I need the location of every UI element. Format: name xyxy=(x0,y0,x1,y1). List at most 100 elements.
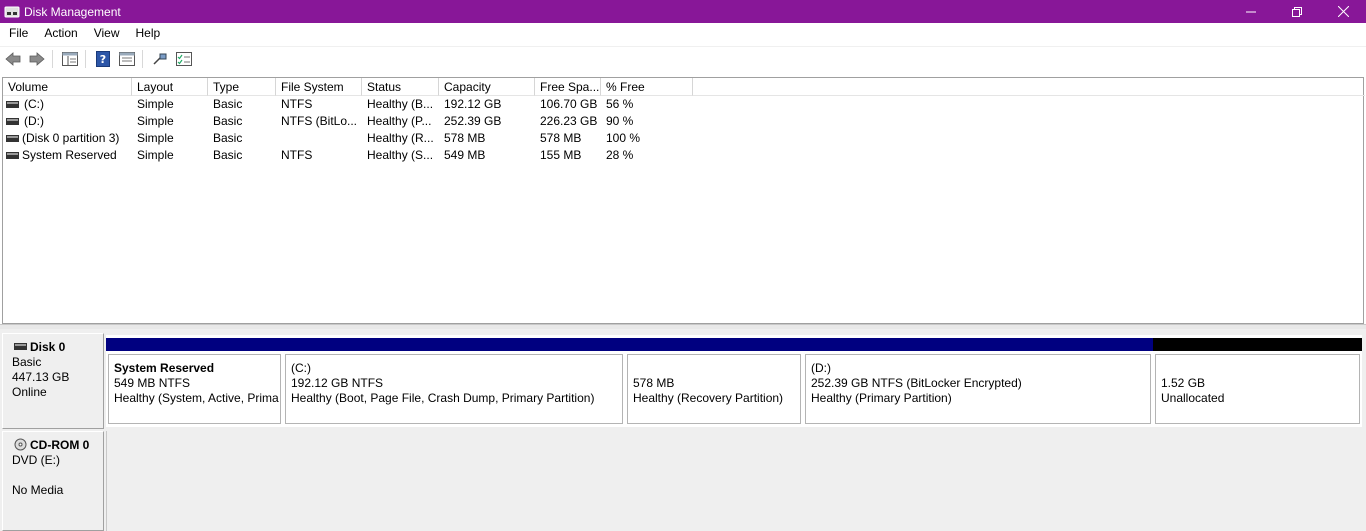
console-tree-icon xyxy=(62,52,78,66)
volume-status: Healthy (R... xyxy=(367,131,434,145)
column-header-file-system[interactable]: File System xyxy=(276,78,362,96)
toolbar: ? xyxy=(0,46,1366,71)
partition-bar xyxy=(625,338,803,351)
menu-file[interactable]: File xyxy=(0,23,35,44)
volume-name: (Disk 0 partition 3) xyxy=(22,131,120,145)
help-button[interactable]: ? xyxy=(92,48,114,70)
volume-file-system: NTFS xyxy=(281,148,313,162)
cdrom-0-area[interactable] xyxy=(106,431,1366,531)
properties-button[interactable] xyxy=(116,48,138,70)
volume-percent-free: 56 % xyxy=(606,97,634,111)
partition-title: (D:) xyxy=(811,361,831,375)
menu-help[interactable]: Help xyxy=(127,23,168,44)
volume-name: System Reserved xyxy=(22,148,117,162)
partition-recovery[interactable]: 578 MB Healthy (Recovery Partition) xyxy=(625,335,803,427)
column-header-capacity[interactable]: Capacity xyxy=(439,78,535,96)
disk-0-partitions: System Reserved 549 MB NTFS Healthy (Sys… xyxy=(106,335,1362,427)
partition-status: Healthy (Primary Partition) xyxy=(811,391,952,405)
volume-layout: Simple xyxy=(137,114,174,128)
help-icon: ? xyxy=(96,51,110,67)
column-header-status[interactable]: Status xyxy=(362,78,439,96)
column-header-volume[interactable]: Volume xyxy=(3,78,132,96)
show-hide-console-tree-button[interactable] xyxy=(59,48,81,70)
table-row[interactable]: (D:) Simple Basic NTFS (BitLo... Healthy… xyxy=(3,113,703,130)
toolbar-separator xyxy=(52,50,53,68)
toolbar-separator xyxy=(85,50,86,68)
table-row[interactable]: (Disk 0 partition 3) Simple Basic Health… xyxy=(3,130,703,147)
disk-0-size: 447.13 GB xyxy=(12,370,70,384)
volume-type: Basic xyxy=(213,131,243,145)
volume-layout: Simple xyxy=(137,131,174,145)
volume-type: Basic xyxy=(213,114,243,128)
volume-percent-free: 100 % xyxy=(606,131,641,145)
restore-icon xyxy=(1292,6,1302,17)
volume-capacity: 578 MB xyxy=(444,131,486,145)
column-header-filler xyxy=(693,78,1365,96)
volume-list[interactable]: Volume Layout Type File System Status Ca… xyxy=(2,77,1365,324)
volume-type: Basic xyxy=(213,148,243,162)
forward-arrow-icon xyxy=(29,52,45,66)
menu-view[interactable]: View xyxy=(85,23,127,44)
disk-graphical-view: Disk 0 Basic 447.13 GB Online System Res… xyxy=(0,329,1366,531)
partition-status: Unallocated xyxy=(1161,391,1225,405)
disk-0-name: Disk 0 xyxy=(30,340,66,354)
menu-bar: File Action View Help xyxy=(0,23,1366,44)
disk-icon xyxy=(14,343,27,350)
connect-icon xyxy=(153,53,167,65)
partition-bar xyxy=(1153,338,1362,351)
volume-free-space: 106.70 GB xyxy=(540,97,598,111)
cdrom-0-type: DVD (E:) xyxy=(12,453,60,467)
close-button[interactable] xyxy=(1320,0,1366,23)
volume-free-space: 155 MB xyxy=(540,148,582,162)
drive-icon xyxy=(6,118,19,125)
partition-d[interactable]: (D:) 252.39 GB NTFS (BitLocker Encrypted… xyxy=(803,335,1153,427)
checklist-icon xyxy=(176,52,192,66)
partition-bar xyxy=(106,338,283,351)
partition-title xyxy=(633,361,800,376)
partition-size: 192.12 GB NTFS xyxy=(291,376,384,390)
column-header-percent-free[interactable]: % Free xyxy=(601,78,693,96)
table-row[interactable]: (C:) Simple Basic NTFS Healthy (B... 192… xyxy=(3,96,703,113)
volume-capacity: 549 MB xyxy=(444,148,486,162)
partition-size: 578 MB xyxy=(633,376,675,390)
drive-icon xyxy=(6,152,19,159)
partition-c[interactable]: (C:) 192.12 GB NTFS Healthy (Boot, Page … xyxy=(283,335,625,427)
cdrom-0-title: CD-ROM 0 xyxy=(12,438,103,453)
partition-unallocated[interactable]: 1.52 GB Unallocated xyxy=(1153,335,1362,427)
disk-management-app-icon xyxy=(4,6,20,17)
disk-0-type: Basic xyxy=(12,355,42,369)
volume-percent-free: 90 % xyxy=(606,114,634,128)
volume-free-space: 578 MB xyxy=(540,131,582,145)
partition-bar xyxy=(283,338,625,351)
partition-body: System Reserved 549 MB NTFS Healthy (Sys… xyxy=(108,354,281,424)
drive-icon xyxy=(6,101,19,108)
table-row[interactable]: System Reserved Simple Basic NTFS Health… xyxy=(3,147,703,164)
partition-status: Healthy (System, Active, Prima xyxy=(114,391,279,405)
volume-percent-free: 28 % xyxy=(606,148,634,162)
menu-action[interactable]: Action xyxy=(35,23,84,44)
disk-0-label[interactable]: Disk 0 Basic 447.13 GB Online xyxy=(2,333,104,429)
cdrom-0-media: No Media xyxy=(12,483,64,497)
partition-size: 1.52 GB xyxy=(1161,376,1206,390)
volume-layout: Simple xyxy=(137,148,174,162)
connect-button[interactable] xyxy=(149,48,171,70)
forward-button[interactable] xyxy=(26,48,48,70)
volume-status: Healthy (P... xyxy=(367,114,432,128)
svg-text:?: ? xyxy=(100,53,106,66)
minimize-button[interactable] xyxy=(1228,0,1274,23)
volume-status: Healthy (S... xyxy=(367,148,434,162)
volume-name: (D:) xyxy=(24,114,44,128)
column-header-free-space[interactable]: Free Spa... xyxy=(535,78,601,96)
volume-capacity: 252.39 GB xyxy=(444,114,502,128)
column-header-type[interactable]: Type xyxy=(208,78,276,96)
column-header-layout[interactable]: Layout xyxy=(132,78,208,96)
cdrom-0-label[interactable]: CD-ROM 0 DVD (E:) No Media xyxy=(2,431,104,531)
partition-body: 1.52 GB Unallocated xyxy=(1155,354,1360,424)
restore-button[interactable] xyxy=(1274,0,1320,23)
volume-status: Healthy (B... xyxy=(367,97,434,111)
back-button[interactable] xyxy=(2,48,24,70)
checklist-button[interactable] xyxy=(173,48,195,70)
window-title: Disk Management xyxy=(24,4,121,19)
partition-system-reserved[interactable]: System Reserved 549 MB NTFS Healthy (Sys… xyxy=(106,335,283,427)
